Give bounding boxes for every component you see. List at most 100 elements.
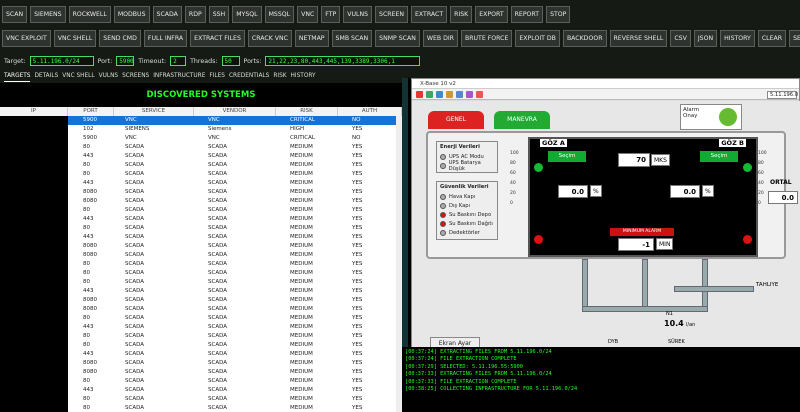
- tab-screens[interactable]: SCREENS: [122, 73, 149, 82]
- tab-genel[interactable]: GENEL: [428, 111, 484, 129]
- table-row[interactable]: 443 SCADA SCADA MEDIUM YES: [68, 386, 402, 395]
- window-icon[interactable]: [456, 90, 463, 98]
- table-row[interactable]: 80 SCADA SCADA MEDIUM YES: [68, 395, 402, 404]
- table-row[interactable]: 8080 SCADA SCADA MEDIUM YES: [68, 188, 402, 197]
- action-send-cmd-button[interactable]: SEND CMD: [99, 30, 141, 47]
- action-brute-force-button[interactable]: BRUTE FORCE: [460, 30, 513, 47]
- action-backdoor-button[interactable]: BACKDOOR: [562, 30, 607, 47]
- table-row[interactable]: 80 SCADA SCADA MEDIUM YES: [68, 332, 402, 341]
- table-row[interactable]: 80 SCADA SCADA MEDIUM YES: [68, 269, 402, 278]
- action-crack-vnc-button[interactable]: CRACK VNC: [247, 30, 292, 47]
- col-vendor[interactable]: VENDOR: [194, 107, 276, 116]
- action-history-button[interactable]: HISTORY: [720, 30, 755, 47]
- table-row[interactable]: 443 SCADA SCADA MEDIUM YES: [68, 152, 402, 161]
- tool-export-button[interactable]: EXPORT: [475, 6, 508, 23]
- table-row[interactable]: 80 SCADA SCADA MEDIUM YES: [68, 170, 402, 179]
- table-row[interactable]: 443 SCADA SCADA MEDIUM YES: [68, 287, 402, 296]
- tool-screen-button[interactable]: SCREEN: [375, 6, 409, 23]
- table-row[interactable]: 80 SCADA SCADA MEDIUM YES: [68, 314, 402, 323]
- col-risk[interactable]: RISK: [276, 107, 338, 116]
- tool-rockwell-button[interactable]: ROCKWELL: [68, 6, 111, 23]
- tab-details[interactable]: DETAILS: [34, 73, 58, 82]
- tool-risk-button[interactable]: RISK: [450, 6, 473, 23]
- table-row[interactable]: 8080 SCADA SCADA MEDIUM YES: [68, 296, 402, 305]
- action-settings-button[interactable]: SETTINGS: [789, 30, 800, 47]
- tool-report-button[interactable]: REPORT: [510, 6, 544, 23]
- table-row[interactable]: 443 SCADA SCADA MEDIUM YES: [68, 215, 402, 224]
- table-row[interactable]: 8080 SCADA SCADA MEDIUM YES: [68, 305, 402, 314]
- tab-manevra[interactable]: MANEVRA: [494, 111, 550, 129]
- action-exploit-db-button[interactable]: EXPLOIT DB: [515, 30, 560, 47]
- settings-icon[interactable]: [446, 90, 453, 98]
- table-row[interactable]: 80 SCADA SCADA MEDIUM YES: [68, 260, 402, 269]
- tool-siemens-button[interactable]: SIEMENS: [30, 6, 66, 23]
- table-row[interactable]: 80 SCADA SCADA MEDIUM YES: [68, 143, 402, 152]
- action-extract-files-button[interactable]: EXTRACT FILES: [190, 30, 245, 47]
- table-row[interactable]: 443 SCADA SCADA MEDIUM YES: [68, 179, 402, 188]
- tool-extract-button[interactable]: EXTRACT: [411, 6, 448, 23]
- record-icon[interactable]: [416, 90, 423, 98]
- tool-modbus-button[interactable]: MODBUS: [113, 6, 150, 23]
- table-row[interactable]: 443 SCADA SCADA MEDIUM YES: [68, 323, 402, 332]
- timeout-input[interactable]: 2: [170, 56, 187, 66]
- action-reverse-shell-button[interactable]: REVERSE SHELL: [609, 30, 668, 47]
- table-row[interactable]: 102 SIEMENS Siemens HIGH YES: [68, 125, 402, 134]
- tab-vulns[interactable]: VULNS: [99, 73, 118, 82]
- tool-scada-button[interactable]: SCADA: [152, 6, 182, 23]
- tool-vulns-button[interactable]: VULNS: [343, 6, 373, 23]
- col-auth[interactable]: AUTH: [338, 107, 402, 116]
- tool-ssh-button[interactable]: SSH: [208, 6, 230, 23]
- tool-vnc-button[interactable]: VNC: [297, 6, 319, 23]
- table-row[interactable]: 443 SCADA SCADA MEDIUM YES: [68, 233, 402, 242]
- table-row[interactable]: 8080 SCADA SCADA MEDIUM YES: [68, 197, 402, 206]
- table-row[interactable]: 5900 VNC VNC CRITICAL NO: [68, 116, 402, 125]
- action-smb-scan-button[interactable]: SMB SCAN: [331, 30, 373, 47]
- action-vnc-exploit-button[interactable]: VNC EXPLOIT: [2, 30, 51, 47]
- col-service[interactable]: SERVICE: [114, 107, 194, 116]
- table-row[interactable]: 8080 SCADA SCADA MEDIUM YES: [68, 359, 402, 368]
- tool-ftp-button[interactable]: FTP: [321, 6, 341, 23]
- zoom-icon[interactable]: [436, 90, 443, 98]
- select-b-button[interactable]: Seçim: [700, 151, 738, 162]
- tool-mssql-button[interactable]: MSSQL: [264, 6, 295, 23]
- col-port[interactable]: PORT: [68, 107, 114, 116]
- tool-mysql-button[interactable]: MYSQL: [232, 6, 262, 23]
- table-row[interactable]: 8080 SCADA SCADA MEDIUM YES: [68, 242, 402, 251]
- tab-infrastructure[interactable]: INFRASTRUCTURE: [153, 73, 205, 82]
- port-input[interactable]: 5900: [116, 56, 135, 66]
- tool-stop-button[interactable]: STOP: [546, 6, 571, 23]
- table-row[interactable]: 8080 SCADA SCADA MEDIUM YES: [68, 251, 402, 260]
- table-row[interactable]: 80 SCADA SCADA MEDIUM YES: [68, 161, 402, 170]
- table-row[interactable]: 8080 SCADA SCADA MEDIUM YES: [68, 368, 402, 377]
- action-csv-button[interactable]: CSV: [670, 30, 691, 47]
- table-row[interactable]: 5900 VNC VNC CRITICAL NO: [68, 134, 402, 143]
- keyboard-icon[interactable]: [466, 90, 473, 98]
- tab-vnc-shell[interactable]: VNC SHELL: [62, 73, 94, 82]
- action-snmp-scan-button[interactable]: SNMP SCAN: [375, 30, 420, 47]
- table-row[interactable]: 443 SCADA SCADA MEDIUM YES: [68, 350, 402, 359]
- action-json-button[interactable]: JSON: [693, 30, 718, 47]
- table-row[interactable]: 80 SCADA SCADA MEDIUM YES: [68, 278, 402, 287]
- tab-history[interactable]: HISTORY: [291, 73, 316, 82]
- table-row[interactable]: 80 SCADA SCADA MEDIUM YES: [68, 404, 402, 412]
- select-a-button[interactable]: Seçim: [548, 151, 586, 162]
- tool-scan-button[interactable]: SCAN: [2, 6, 28, 23]
- table-row[interactable]: 80 SCADA SCADA MEDIUM YES: [68, 341, 402, 350]
- action-web-dir-button[interactable]: WEB DIR: [422, 30, 458, 47]
- action-full-infra-button[interactable]: FULL INFRA: [143, 30, 188, 47]
- action-clear-button[interactable]: CLEAR: [757, 30, 787, 47]
- ports-input[interactable]: 21,22,23,80,443,445,139,3389,3306,1: [265, 56, 421, 66]
- hmi-address[interactable]: 5.11.196.0: [767, 91, 798, 99]
- col-ip[interactable]: IP: [0, 107, 68, 116]
- threads-input[interactable]: 50: [221, 56, 240, 66]
- table-row[interactable]: 80 SCADA SCADA MEDIUM YES: [68, 206, 402, 215]
- table-row[interactable]: 80 SCADA SCADA MEDIUM YES: [68, 224, 402, 233]
- table-row[interactable]: 80 SCADA SCADA MEDIUM YES: [68, 377, 402, 386]
- alarm-ack-button[interactable]: Alarm Onay: [680, 104, 742, 130]
- tab-risk[interactable]: RISK: [273, 73, 286, 82]
- disconnect-icon[interactable]: [476, 90, 483, 98]
- action-vnc-shell-button[interactable]: VNC SHELL: [53, 30, 97, 47]
- target-input[interactable]: 5.11.196.0/24: [29, 56, 94, 66]
- tab-targets[interactable]: TARGETS: [4, 73, 31, 82]
- tab-credentials[interactable]: CREDENTIALS: [229, 73, 269, 82]
